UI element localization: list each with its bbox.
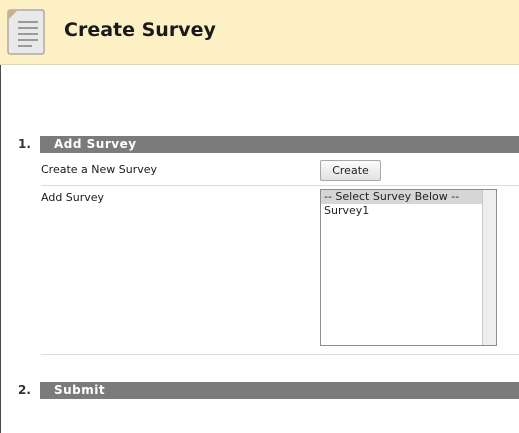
listbox-option-placeholder[interactable]: -- Select Survey Below -- (321, 190, 496, 204)
create-new-survey-label: Create a New Survey (41, 163, 158, 176)
section-divider (41, 354, 519, 355)
step-1-title: Add Survey (40, 136, 519, 153)
listbox-scrollbar[interactable] (482, 190, 496, 345)
create-button[interactable]: Create (320, 160, 381, 181)
add-survey-label: Add Survey (41, 191, 105, 204)
document-icon (7, 9, 45, 55)
row-divider (41, 185, 519, 186)
step-2-title: Submit (40, 382, 519, 399)
step-1-bar: 1. Add Survey (8, 136, 519, 153)
page-title: Create Survey (64, 19, 216, 41)
step-2-number: 2. (8, 382, 36, 399)
page-header: Create Survey (0, 0, 519, 65)
step-2-bar: 2. Submit (8, 382, 519, 399)
step-1-number: 1. (8, 136, 36, 153)
survey-listbox[interactable]: -- Select Survey Below -- Survey1 (320, 189, 497, 346)
listbox-option-survey1[interactable]: Survey1 (321, 204, 496, 218)
